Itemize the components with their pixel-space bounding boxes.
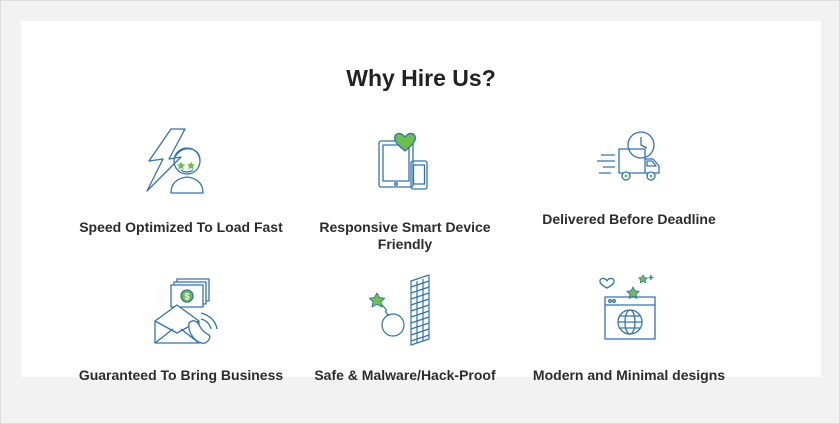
feature-responsive: Responsive Smart Device Friendly [295, 121, 515, 253]
feature-label: Modern and Minimal designs [532, 367, 726, 383]
feature-label: Responsive Smart Device Friendly [319, 219, 491, 252]
delivery-truck-clock-icon [597, 131, 660, 181]
envelope-money-phone-icon: $ [154, 278, 218, 344]
browser-globe-icon [599, 274, 656, 340]
feature-design: Modern and Minimal designs [519, 271, 739, 384]
why-hire-us-section: Why Hire Us? Speed Optimized To Load Fas… [21, 21, 821, 383]
svg-text:$: $ [184, 292, 189, 302]
feature-speed: Speed Optimized To Load Fast [71, 121, 291, 236]
section-title: Why Hire Us? [346, 65, 496, 91]
feature-label: Guaranteed To Bring Business [78, 367, 284, 383]
feature-security: Safe & Malware/Hack-Proof [295, 271, 515, 384]
firewall-bomb-icon [368, 274, 430, 346]
feature-deadline: Delivered Before Deadline [519, 121, 739, 228]
feature-business: $ Guaranteed To Bring Business [71, 271, 291, 384]
speed-face-icon [146, 128, 204, 194]
feature-label: Speed Optimized To Load Fast [79, 219, 283, 235]
devices-heart-icon [378, 132, 428, 190]
feature-label: Safe & Malware/Hack-Proof [314, 367, 496, 383]
page-frame: Why Hire Us? Speed Optimized To Load Fas… [0, 0, 840, 424]
feature-label: Delivered Before Deadline [542, 211, 716, 227]
